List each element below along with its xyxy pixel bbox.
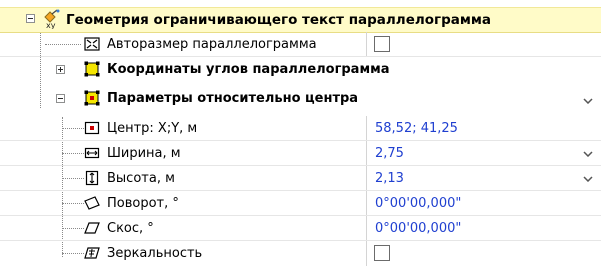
column-divider (366, 166, 367, 191)
mirror-icon (84, 247, 100, 259)
column-divider (366, 241, 367, 266)
category-center-params[interactable]: Параметры относительно центра (0, 82, 601, 114)
center-params-icon (84, 90, 100, 106)
row-label: Авторазмер параллелограмма (107, 37, 317, 52)
row-label: Ширина, м (107, 146, 181, 161)
chevron-down-icon[interactable] (580, 93, 595, 108)
row-rotation[interactable]: Поворот, ° 0°00'00,000" (0, 191, 601, 216)
row-height[interactable]: Высота, м 2,13 (0, 166, 601, 191)
corners-icon (84, 61, 100, 77)
rotation-value[interactable]: 0°00'00,000" (375, 191, 461, 216)
row-label: Высота, м (107, 171, 175, 186)
column-divider (366, 216, 367, 241)
width-icon (84, 147, 100, 159)
svg-text:xy: xy (46, 21, 56, 29)
skew-icon (84, 222, 100, 234)
row-skew[interactable]: Скос, ° 0°00'00,000" (0, 216, 601, 241)
category-geometry[interactable]: xy Геометрия ограничивающего текст парал… (0, 7, 601, 33)
collapse-toggle[interactable] (56, 94, 65, 103)
category-corner-coordinates[interactable]: Координаты углов параллелограмма (0, 57, 601, 82)
rotation-icon (84, 196, 100, 210)
center-icon (84, 121, 100, 135)
category-label: Геометрия ограничивающего текст параллел… (66, 12, 492, 28)
column-divider (366, 141, 367, 166)
center-value[interactable]: 58,52; 41,25 (375, 116, 458, 141)
row-label: Центр: X;Y, м (107, 121, 198, 136)
collapse-toggle[interactable] (26, 14, 35, 23)
skew-value[interactable]: 0°00'00,000" (375, 216, 461, 241)
row-label: Поворот, ° (107, 196, 179, 211)
autosize-icon (84, 37, 100, 51)
autosize-checkbox[interactable] (374, 36, 390, 52)
geometry-xy-icon: xy (44, 9, 60, 29)
column-divider (366, 191, 367, 216)
row-center[interactable]: Центр: X;Y, м 58,52; 41,25 (0, 116, 601, 141)
row-mirror[interactable]: Зеркальность (0, 241, 601, 266)
column-divider (366, 32, 367, 57)
column-divider (366, 116, 367, 141)
width-value[interactable]: 2,75 (375, 141, 404, 166)
property-grid: xy Геометрия ограничивающего текст парал… (0, 0, 601, 266)
expand-toggle[interactable] (56, 65, 65, 74)
row-label: Скос, ° (107, 221, 154, 236)
row-label: Координаты углов параллелограмма (107, 62, 390, 77)
chevron-down-icon[interactable] (580, 146, 595, 161)
row-label: Зеркальность (107, 246, 203, 261)
row-width[interactable]: Ширина, м 2,75 (0, 141, 601, 166)
mirror-checkbox[interactable] (374, 245, 390, 261)
row-label: Параметры относительно центра (107, 91, 359, 106)
height-icon (85, 170, 99, 186)
chevron-down-icon[interactable] (580, 171, 595, 186)
height-value[interactable]: 2,13 (375, 166, 404, 191)
row-autosize[interactable]: Авторазмер параллелограмма (0, 32, 601, 57)
